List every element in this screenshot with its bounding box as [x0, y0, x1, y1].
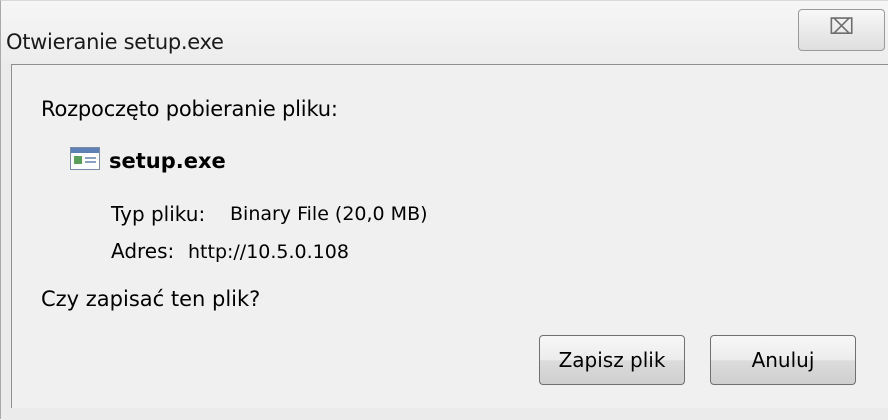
cancel-button[interactable]: Anuluj [710, 335, 856, 385]
address-label: Adres: [111, 239, 175, 263]
window-title: Otwieranie setup.exe [6, 30, 224, 54]
title-bar[interactable]: Otwieranie setup.exe ⌧ [1, 1, 888, 64]
file-type-label: Typ pliku: [111, 202, 206, 226]
save-question: Czy zapisać ten plik? [41, 287, 261, 311]
file-type-value: Binary File (20,0 MB) [230, 203, 428, 225]
save-file-button[interactable]: Zapisz plik [539, 335, 685, 385]
close-icon: ⌧ [828, 15, 855, 40]
exe-file-icon [70, 147, 100, 170]
window-bottom-border [1, 408, 888, 420]
address-value: http://10.5.0.108 [188, 241, 349, 263]
download-heading: Rozpoczęto pobieranie pliku: [41, 97, 338, 121]
close-button[interactable]: ⌧ [798, 9, 885, 51]
download-dialog-window: Otwieranie setup.exe ⌧ Rozpoczęto pobier… [0, 0, 888, 420]
file-name: setup.exe [109, 149, 226, 173]
